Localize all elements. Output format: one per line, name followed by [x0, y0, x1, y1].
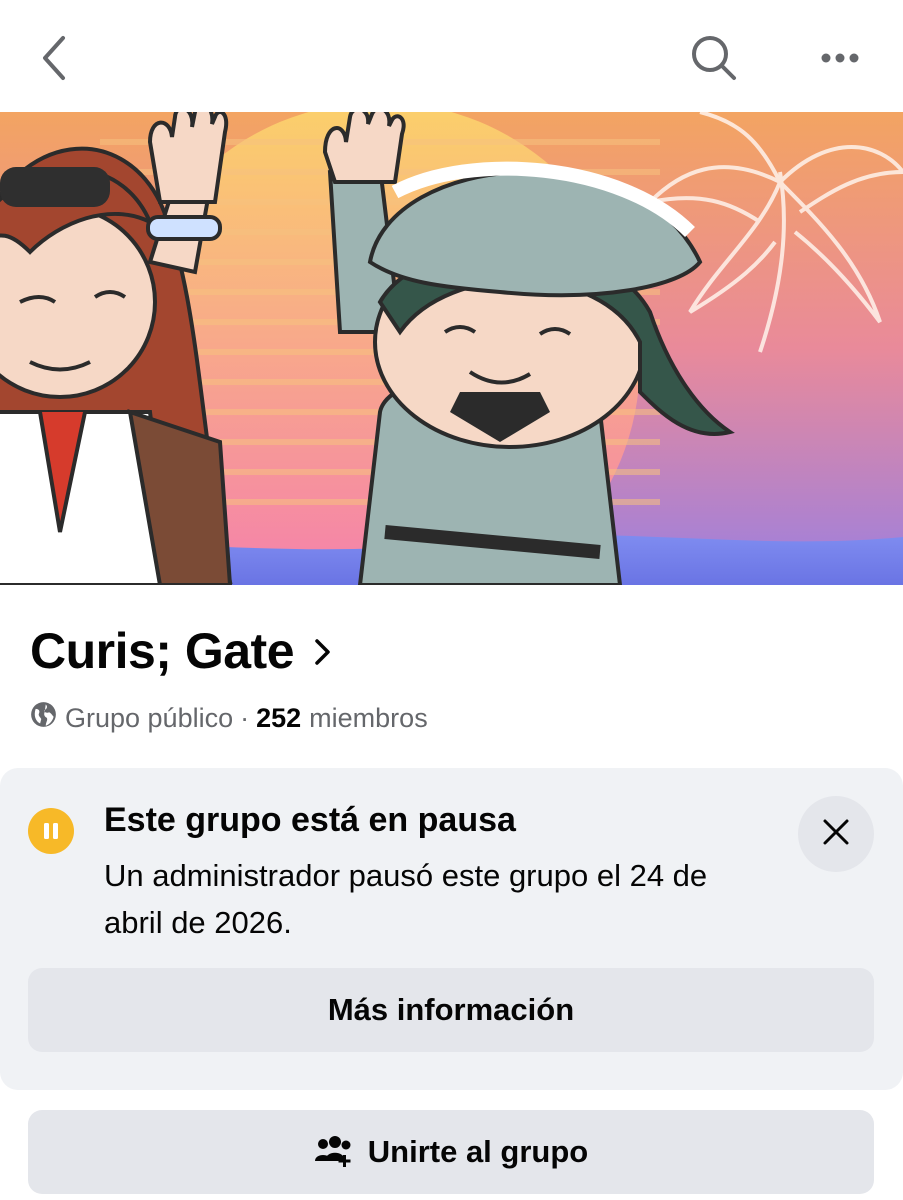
chevron-right-icon [314, 638, 332, 671]
pause-description: Un administrador pausó este grupo el 24 … [104, 858, 708, 940]
group-title-link[interactable]: Curis; Gate [30, 622, 332, 680]
more-info-button[interactable]: Más información [28, 968, 874, 1052]
members-label[interactable]: miembros [309, 703, 428, 734]
group-meta: Grupo público · 252 miembros [30, 701, 428, 735]
add-people-icon [314, 1135, 354, 1169]
back-button[interactable] [24, 30, 84, 90]
top-bar [0, 0, 903, 113]
pause-title: Este grupo está en pausa [104, 801, 516, 839]
pause-icon [28, 808, 74, 854]
close-icon [821, 817, 851, 852]
search-icon [690, 34, 738, 87]
more-horizontal-icon [816, 50, 864, 71]
chevron-left-icon [36, 34, 72, 87]
join-group-button[interactable]: Unirte al grupo [28, 1110, 874, 1194]
search-button[interactable] [684, 30, 744, 90]
member-count[interactable]: 252 [256, 703, 301, 734]
group-name: Curis; Gate [30, 623, 295, 679]
dismiss-notice-button[interactable] [798, 796, 874, 872]
join-group-label: Unirte al grupo [367, 1134, 589, 1169]
more-options-button[interactable] [810, 30, 870, 90]
globe-icon [30, 701, 57, 735]
meta-separator: · [240, 702, 250, 733]
group-cover-image[interactable] [0, 112, 903, 585]
privacy-label: Grupo público [65, 702, 234, 733]
